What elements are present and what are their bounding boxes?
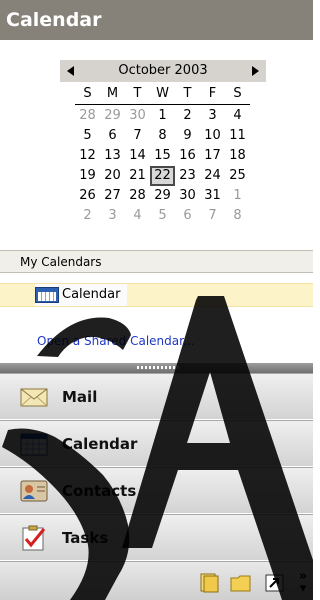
next-month-button[interactable] — [244, 60, 264, 82]
day-cell[interactable]: 13 — [100, 146, 125, 166]
splitter-grip-icon — [137, 366, 179, 369]
day-cell[interactable]: 28 — [125, 186, 150, 206]
day-cell[interactable]: 21 — [125, 166, 150, 186]
day-cell[interactable]: 28 — [75, 106, 100, 126]
day-cell[interactable]: 30 — [125, 106, 150, 126]
day-cell[interactable]: 29 — [150, 186, 175, 206]
day-cell[interactable]: 8 — [225, 206, 250, 226]
weekday-header: W — [156, 86, 169, 101]
nav-button-mail-label: Mail — [62, 388, 98, 406]
open-shared-calendar-link[interactable]: Open a Shared Calendar... — [37, 334, 194, 348]
day-cell[interactable]: 19 — [75, 166, 100, 186]
weekday-header: T — [133, 86, 142, 101]
day-cell[interactable]: 20 — [100, 166, 125, 186]
day-cell[interactable]: 25 — [225, 166, 250, 186]
calendar-icon — [35, 287, 59, 303]
arrow-right-icon — [252, 66, 259, 76]
day-cell[interactable]: 30 — [175, 186, 200, 206]
day-cell[interactable]: 29 — [100, 106, 125, 126]
notes-icon[interactable] — [198, 573, 220, 593]
my-calendars-header[interactable]: My Calendars — [0, 250, 313, 273]
day-cell[interactable]: 5 — [150, 206, 175, 226]
day-cell[interactable]: 11 — [225, 126, 250, 146]
day-cell[interactable]: 23 — [175, 166, 200, 186]
weekday-header: S — [83, 86, 92, 101]
day-cell[interactable]: 31 — [200, 186, 225, 206]
day-cell[interactable]: 7 — [125, 126, 150, 146]
day-cell[interactable]: 2 — [175, 106, 200, 126]
month-label: October 2003 — [118, 63, 208, 78]
nav-button-tasks-label: Tasks — [62, 529, 109, 547]
day-cell[interactable]: 6 — [100, 126, 125, 146]
calendar-list-item-highlight: Calendar — [35, 284, 127, 306]
day-grid: 28 29 30 1 2 3 4 5 6 7 8 9 10 11 12 13 14 15 16 17 18 19 20 21 2… — [75, 106, 250, 226]
date-navigator-header: October 2003 — [60, 60, 266, 82]
nav-button-tasks[interactable]: Tasks — [0, 514, 313, 560]
day-cell[interactable]: 4 — [125, 206, 150, 226]
weekday-divider — [75, 104, 250, 105]
nav-button-calendar[interactable]: Calendar — [0, 420, 313, 466]
day-cell[interactable]: 5 — [75, 126, 100, 146]
calendar-icon — [20, 433, 48, 456]
nav-button-contacts-label: Contacts — [62, 482, 137, 500]
calendar-list-item-label: Calendar — [62, 287, 121, 302]
day-cell[interactable]: 1 — [225, 186, 250, 206]
arrow-left-icon — [67, 66, 74, 76]
navigation-button-bar: » ▾ — [0, 561, 313, 600]
day-cell[interactable]: 10 — [200, 126, 225, 146]
day-cell[interactable]: 9 — [175, 126, 200, 146]
day-cell[interactable]: 6 — [175, 206, 200, 226]
configure-buttons-icon[interactable]: » ▾ — [296, 570, 310, 595]
day-cell[interactable]: 16 — [175, 146, 200, 166]
day-cell[interactable]: 8 — [150, 126, 175, 146]
pane-splitter[interactable] — [0, 363, 313, 373]
day-cell[interactable]: 7 — [200, 206, 225, 226]
day-cell[interactable]: 17 — [200, 146, 225, 166]
weekday-header: T — [183, 86, 192, 101]
pane-title: Calendar — [0, 0, 313, 40]
nav-button-mail[interactable]: Mail — [0, 373, 313, 419]
day-cell[interactable]: 14 — [125, 146, 150, 166]
day-cell[interactable]: 12 — [75, 146, 100, 166]
day-cell[interactable]: 2 — [75, 206, 100, 226]
day-cell[interactable]: 26 — [75, 186, 100, 206]
folder-list-icon[interactable] — [230, 573, 252, 593]
day-cell[interactable]: 4 — [225, 106, 250, 126]
shortcuts-icon[interactable] — [264, 573, 286, 593]
previous-month-button[interactable] — [62, 60, 82, 82]
day-cell-today[interactable]: 22 — [150, 166, 175, 186]
contacts-icon — [20, 480, 48, 502]
weekday-header: F — [208, 86, 217, 101]
day-cell[interactable]: 18 — [225, 146, 250, 166]
weekday-headers: SMTWTFS — [75, 85, 250, 103]
nav-button-calendar-label: Calendar — [62, 435, 138, 453]
weekday-header: M — [106, 86, 119, 101]
weekday-header: S — [233, 86, 242, 101]
day-cell[interactable]: 27 — [100, 186, 125, 206]
day-cell[interactable]: 3 — [100, 206, 125, 226]
tasks-icon — [22, 525, 46, 551]
day-cell[interactable]: 1 — [150, 106, 175, 126]
day-cell[interactable]: 15 — [150, 146, 175, 166]
nav-button-contacts[interactable]: Contacts — [0, 467, 313, 513]
calendar-list-item[interactable]: Calendar — [0, 283, 313, 307]
day-cell[interactable]: 3 — [200, 106, 225, 126]
mail-icon — [20, 388, 48, 407]
day-cell[interactable]: 24 — [200, 166, 225, 186]
